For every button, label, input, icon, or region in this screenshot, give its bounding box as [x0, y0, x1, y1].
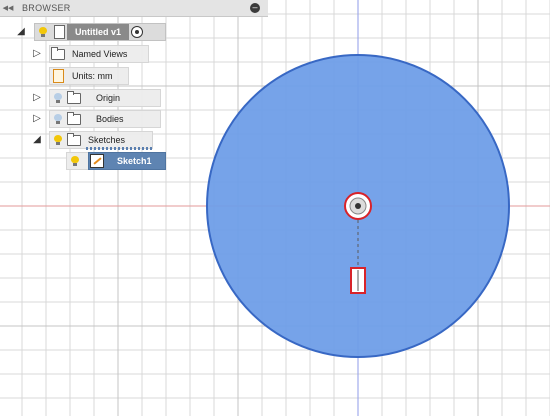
- tree-node-units[interactable]: Units: mm: [49, 67, 129, 85]
- sketches-hatch-indicator: [86, 147, 152, 150]
- tree-label: Units: mm: [72, 71, 113, 81]
- tree-node-named-views[interactable]: Named Views: [49, 45, 149, 63]
- lightbulb-icon[interactable]: [35, 24, 51, 40]
- browser-panel-header: ◀◀ BROWSER –: [0, 0, 268, 17]
- tree-node-untitled[interactable]: Untitled v1: [34, 23, 166, 41]
- tree-label: Bodies: [96, 114, 124, 124]
- folder-icon: [66, 90, 82, 106]
- units-icon: [50, 68, 66, 84]
- lightbulb-off-icon[interactable]: [50, 111, 66, 127]
- folder-icon: [50, 46, 66, 62]
- lightbulb-icon[interactable]: [50, 132, 66, 148]
- expanded-triangle-icon[interactable]: ◢: [32, 134, 42, 146]
- sketch-icon: [89, 153, 105, 169]
- collapsed-triangle-icon[interactable]: ▷: [32, 92, 42, 104]
- collapsed-triangle-icon[interactable]: ▷: [32, 48, 42, 60]
- collapsed-triangle-icon[interactable]: ▷: [32, 113, 42, 125]
- lightbulb-off-icon[interactable]: [50, 90, 66, 106]
- sketch1-visibility[interactable]: [66, 152, 88, 170]
- tree-node-bodies[interactable]: Bodies: [49, 110, 161, 128]
- folder-icon: [66, 111, 82, 127]
- active-target-icon[interactable]: [129, 24, 145, 40]
- tree-node-origin[interactable]: Origin: [49, 89, 161, 107]
- lightbulb-icon[interactable]: [67, 153, 83, 169]
- browser-title: BROWSER: [22, 3, 71, 13]
- tree-label: Named Views: [72, 49, 128, 59]
- collapse-panel-icon[interactable]: ◀◀: [0, 0, 16, 16]
- folder-icon: [66, 132, 82, 148]
- document-icon: [51, 24, 67, 40]
- minimize-icon[interactable]: –: [250, 3, 260, 13]
- expanded-triangle-icon[interactable]: ◢: [16, 26, 26, 38]
- tree-label: Sketches: [88, 135, 126, 145]
- tree-label: Origin: [96, 93, 121, 103]
- tree-node-sketch1[interactable]: Sketch1: [88, 152, 166, 170]
- tree-label: Sketch1: [117, 156, 152, 166]
- sketch-center-point[interactable]: [344, 192, 372, 220]
- document-name: Untitled v1: [67, 24, 130, 40]
